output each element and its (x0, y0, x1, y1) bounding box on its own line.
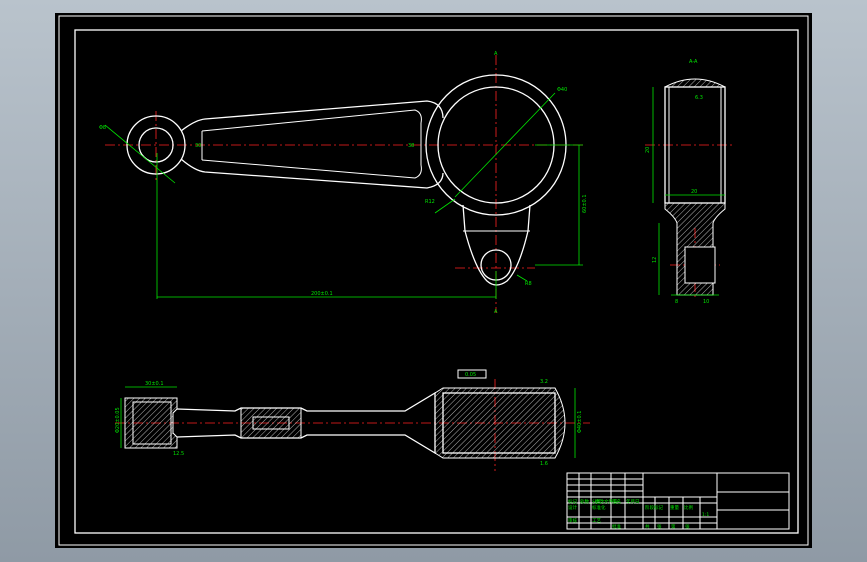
ra-left: 12.5 (173, 451, 184, 457)
tb-cell-12: 审核 (568, 517, 577, 524)
dim-vertical-offset: 60±0.1 (582, 194, 588, 213)
tb-cell-11: 1:1 (702, 512, 709, 518)
dim-side-w: 20 (691, 189, 697, 195)
plan-view: 200±0.1 60±0.1 Φ8 Φ40 R12 R8 30 38 A A (99, 51, 588, 315)
ra-top: 3.2 (540, 379, 548, 385)
dim-left-2: 30±0.1 (145, 381, 164, 387)
tb-cell-13: 工艺 (592, 518, 601, 524)
tb-cell-15: 共 (645, 523, 650, 530)
section-title: A-A (689, 59, 698, 65)
dim-radius-small: R8 (525, 281, 532, 287)
dim-side-h1: 12 (652, 257, 658, 263)
tb-cell-16: 张 (657, 523, 662, 530)
tb-cell-1: 处数 (580, 498, 589, 505)
drawing-sheet: 200±0.1 60±0.1 Φ8 Φ40 R12 R8 30 38 A A A… (55, 13, 812, 548)
cad-drawing: 200±0.1 60±0.1 Φ8 Φ40 R12 R8 30 38 A A A… (58, 15, 809, 546)
section-view: A-A 20 20 12 8 10 6.3 (645, 59, 735, 305)
tb-cell-18: 张 (685, 523, 690, 530)
flatness-tol: 0.05 (465, 372, 476, 378)
dim-big-bore: Φ40 (557, 87, 567, 93)
section-label-bottom: A (494, 309, 498, 315)
tb-cell-6: 设计 (568, 504, 577, 511)
dim-right: Φ40±0.1 (577, 411, 583, 433)
ra-bottom: 1.6 (540, 461, 548, 467)
tb-cell-5: 年月日 (626, 498, 640, 505)
tb-cell-9: 重量 (670, 504, 679, 511)
tb-cell-10: 比例 (684, 504, 693, 511)
dim-left-1: Φ20±0.05 (115, 407, 121, 433)
dim-big-w: 38 (408, 143, 414, 149)
tb-cell-14: 批准 (612, 523, 621, 530)
dim-radius-big: R12 (425, 199, 435, 205)
dim-side-h2: 20 (645, 147, 651, 153)
dim-bottom-w2: 10 (703, 299, 709, 305)
tb-cell-8: 阶段标记 (645, 504, 663, 511)
tb-cell-17: 第 (671, 523, 676, 530)
section-label-top: A (494, 51, 498, 57)
ra-side: 6.3 (695, 95, 703, 101)
dim-bottom-w1: 8 (675, 299, 678, 305)
tb-cell-7: 标准化 (592, 504, 606, 511)
dim-small-bore: Φ8 (99, 125, 106, 131)
dim-overall-length: 200±0.1 (311, 291, 333, 297)
dim-shank-w: 30 (195, 143, 201, 149)
front-view: 0.05 Φ20±0.05 30±0.1 Φ40±0.1 3.2 1.6 12.… (115, 369, 590, 471)
tb-cell-0: 标记 (568, 498, 577, 505)
tb-cell-4: 签名 (612, 498, 621, 505)
title-block: 标记 处数 分区 更改文件号 签名 年月日 设计 标准化 阶段标记 重量 比例 … (566, 472, 790, 530)
